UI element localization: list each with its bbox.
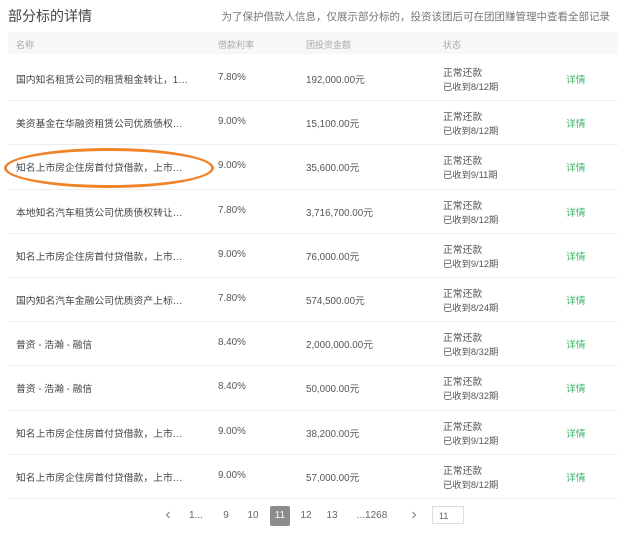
loan-status: 正常还款	[443, 288, 483, 300]
table-row: 国内知名租赁公司的租赁租金转让，1… 7.80% 192,000.00元 正常还…	[8, 57, 618, 102]
table-row: 知名上市房企住房首付贷借款，上市… 9.00% 76,000.00元 正常还款 …	[8, 234, 618, 278]
loan-amount: 35,600.00元	[306, 163, 360, 175]
column-header-status: 状态	[443, 40, 462, 50]
loan-status: 正常还款	[443, 112, 483, 124]
details-link[interactable]: 详情	[566, 293, 586, 307]
loan-rate: 7.80%	[218, 292, 246, 304]
loan-table: 国内知名租赁公司的租赁租金转让，1… 7.80% 192,000.00元 正常还…	[8, 57, 618, 499]
loan-amount: 57,000.00元	[306, 472, 360, 484]
loan-rate: 9.00%	[218, 116, 246, 128]
details-link[interactable]: 详情	[566, 381, 586, 395]
loan-progress: 已收到8/12期	[443, 214, 499, 225]
section-title: 部分标的详情	[8, 8, 92, 24]
loan-amount: 38,200.00元	[306, 428, 360, 440]
details-link[interactable]: 详情	[566, 337, 586, 351]
loan-name: 国内知名租赁公司的租赁租金转让，1…	[16, 75, 188, 86]
loan-amount: 2,000,000.00元	[306, 340, 373, 352]
column-header-amount: 团投资金额	[306, 40, 352, 50]
column-header-rate: 借款利率	[218, 40, 255, 50]
loan-name: 普资 - 浩瀚 - 融信	[16, 340, 93, 352]
loan-status: 正常还款	[443, 465, 483, 477]
table-header: 名称 借款利率 团投资金额 状态	[8, 32, 618, 54]
page-link[interactable]: 13	[322, 506, 342, 526]
details-link[interactable]: 详情	[566, 205, 586, 219]
loan-progress: 已收到9/12期	[443, 258, 499, 269]
page-link[interactable]: 1...	[184, 506, 208, 526]
table-row: 国内知名汽车金融公司优质资产上标… 7.80% 574,500.00元 正常还款…	[8, 278, 618, 323]
table-row: 知名上市房企住房首付贷借款，上市… 9.00% 38,200.00元 正常还款 …	[8, 411, 618, 455]
table-row: 知名上市房企住房首付贷借款，上市… 9.00% 57,000.00元 正常还款 …	[8, 455, 618, 499]
loan-progress: 已收到9/12期	[443, 435, 499, 446]
loan-status: 正常还款	[443, 421, 483, 433]
details-link[interactable]: 详情	[566, 116, 586, 130]
loan-rate: 9.00%	[218, 248, 246, 260]
details-link[interactable]: 详情	[566, 249, 586, 263]
loan-status: 正常还款	[443, 333, 483, 345]
loan-rate: 7.80%	[218, 72, 246, 83]
loan-progress: 已收到8/24期	[443, 302, 499, 313]
next-page-button[interactable]: ›	[404, 506, 424, 526]
loan-status: 正常还款	[443, 68, 483, 79]
loan-name: 知名上市房企住房首付贷借款，上市…	[16, 251, 183, 263]
loan-amount: 192,000.00元	[306, 75, 365, 86]
loan-rate: 8.40%	[218, 381, 246, 393]
privacy-notice: 为了保护借款人信息，仅展示部分标的，投资该团后可在团团赚管理中查看全部记录	[221, 11, 611, 23]
page-link[interactable]: 10	[242, 506, 264, 526]
loan-rate: 9.00%	[218, 425, 246, 437]
loan-rate: 8.40%	[218, 337, 246, 349]
loan-progress: 已收到8/12期	[443, 479, 499, 490]
table-row: 美资基金在华融资租赁公司优质债权… 9.00% 15,100.00元 正常还款 …	[8, 101, 618, 146]
loan-status: 正常还款	[443, 377, 483, 389]
loan-rate: 9.00%	[218, 160, 246, 172]
current-page[interactable]: 11	[270, 506, 290, 526]
loan-name: 美资基金在华融资租赁公司优质债权…	[16, 119, 183, 131]
loan-status: 正常还款	[443, 200, 483, 212]
loan-progress: 已收到8/32期	[443, 347, 499, 358]
details-link[interactable]: 详情	[566, 426, 586, 440]
loan-status: 正常还款	[443, 156, 483, 168]
loan-progress: 已收到9/11期	[443, 170, 498, 181]
loan-amount: 15,100.00元	[306, 119, 360, 131]
page-link[interactable]: ...1268	[350, 506, 394, 526]
page-link[interactable]: 12	[296, 506, 316, 526]
loan-progress: 已收到8/12期	[443, 82, 499, 92]
table-row: 普资 - 浩瀚 - 融信 8.40% 2,000,000.00元 正常还款 已收…	[8, 322, 618, 367]
table-row: 知名上市房企住房首付贷借款，上市… 9.00% 35,600.00元 正常还款 …	[8, 145, 618, 190]
loan-name: 本地知名汽车租赁公司优质债权转让…	[16, 207, 183, 219]
loan-rate: 7.80%	[218, 204, 246, 216]
section-header: 部分标的详情 为了保护借款人信息，仅展示部分标的，投资该团后可在团团赚管理中查看…	[0, 0, 626, 30]
page-jump-input[interactable]: 11	[432, 506, 464, 524]
page-link[interactable]: 9	[218, 506, 234, 526]
details-link[interactable]: 详情	[566, 72, 586, 86]
loan-amount: 76,000.00元	[306, 251, 360, 263]
loan-amount: 3,716,700.00元	[306, 207, 373, 219]
column-header-name: 名称	[16, 40, 35, 50]
table-row: 普资 - 浩瀚 - 融信 8.40% 50,000.00元 正常还款 已收到8/…	[8, 366, 618, 411]
loan-name: 知名上市房企住房首付贷借款，上市…	[16, 472, 183, 484]
details-link[interactable]: 详情	[566, 160, 586, 174]
prev-page-button[interactable]: ‹	[158, 506, 178, 526]
loan-amount: 574,500.00元	[306, 295, 365, 307]
loan-status: 正常还款	[443, 244, 483, 256]
table-row: 本地知名汽车租赁公司优质债权转让… 7.80% 3,716,700.00元 正常…	[8, 190, 618, 234]
loan-name: 知名上市房企住房首付贷借款，上市…	[16, 428, 183, 440]
loan-rate: 9.00%	[218, 469, 246, 481]
loan-progress: 已收到8/12期	[443, 126, 499, 137]
loan-amount: 50,000.00元	[306, 384, 360, 396]
loan-progress: 已收到8/32期	[443, 391, 499, 402]
details-link[interactable]: 详情	[566, 470, 586, 484]
loan-name: 普资 - 浩瀚 - 融信	[16, 384, 93, 396]
loan-name: 知名上市房企住房首付贷借款，上市…	[16, 163, 183, 175]
loan-name: 国内知名汽车金融公司优质资产上标…	[16, 295, 183, 307]
